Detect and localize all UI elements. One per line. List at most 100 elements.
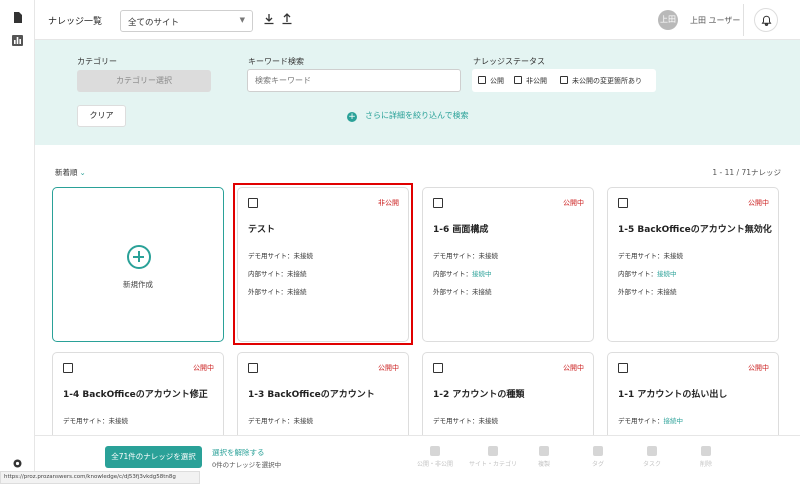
status-url: https://proz.prozanswers.com/knowledge/c… <box>0 471 200 484</box>
trash-icon <box>701 446 711 456</box>
demo-site-label: デモ用サイト： <box>248 252 294 260</box>
keyword-input[interactable] <box>247 69 461 92</box>
upload-icon[interactable] <box>281 13 293 25</box>
chart-icon[interactable] <box>12 35 23 46</box>
demo-site-status: デモ用サイト：未接続 <box>618 250 683 260</box>
site-select-value: 全てのサイト <box>128 18 180 28</box>
demo-site-label: デモ用サイト： <box>618 417 664 425</box>
advanced-search-label: さらに詳細を絞り込んで検索 <box>365 111 469 120</box>
clear-button[interactable]: クリア <box>77 105 126 127</box>
demo-site-value: 未接続 <box>478 417 499 425</box>
plus-circle-icon: + <box>347 112 357 122</box>
checkbox-icon <box>514 76 522 84</box>
card-checkbox[interactable] <box>618 198 628 208</box>
internal-site-status: 内部サイト：未接続 <box>248 268 307 278</box>
plus-icon <box>127 245 151 269</box>
status-badge: 公開中 <box>378 364 399 372</box>
status-unpublished-checkbox[interactable]: 未公開の変更箇所あり <box>560 76 642 86</box>
demo-site-value: 未接続 <box>293 252 314 260</box>
document-icon[interactable] <box>12 12 23 23</box>
category-label: カテゴリー <box>77 57 117 66</box>
advanced-search-link[interactable]: + さらに詳細を絞り込んで検索 <box>347 110 469 122</box>
external-site-value: 未接続 <box>472 288 492 296</box>
external-site-label: 外部サイト： <box>618 288 657 296</box>
internal-site-value: 接続中 <box>472 270 492 278</box>
demo-site-label: デモ用サイト： <box>248 417 294 425</box>
demo-site-value: 未接続 <box>293 417 314 425</box>
internal-site-value: 接続中 <box>657 270 677 278</box>
knowledge-card[interactable]: 公開中 1-6 画面構成 デモ用サイト：未接続 内部サイト：接続中 外部サイト：… <box>422 187 594 342</box>
bell-icon <box>761 15 772 26</box>
knowledge-card[interactable]: 公開中 1-5 BackOfficeのアカウント無効化 デモ用サイト：未接続 内… <box>607 187 779 342</box>
card-checkbox[interactable] <box>433 363 443 373</box>
internal-site-value: 未接続 <box>287 270 307 278</box>
card-title: 1-6 画面構成 <box>433 225 489 235</box>
knowledge-card[interactable]: 公開中 1-2 アカウントの種類 デモ用サイト：未接続 <box>422 352 594 442</box>
external-site-status: 外部サイト：未接続 <box>433 286 492 296</box>
status-public-checkbox[interactable]: 公開 <box>478 76 504 86</box>
external-site-status: 外部サイト：未接続 <box>618 286 677 296</box>
card-title: 1-5 BackOfficeのアカウント無効化 <box>618 225 772 235</box>
demo-site-status: デモ用サイト：未接続 <box>433 250 498 260</box>
status-badge: 公開中 <box>193 364 214 372</box>
publish-action-label: 公開・非公開 <box>416 461 453 468</box>
demo-site-label: デモ用サイト： <box>433 417 479 425</box>
notification-button[interactable] <box>754 8 778 32</box>
status-badge: 公開中 <box>748 199 769 207</box>
sort-dropdown[interactable]: 新着順 ⌄ <box>55 167 86 178</box>
filter-panel: カテゴリー キーワード検索 ナレッジステータス カテゴリー選択 公開 非公開 未… <box>35 40 800 145</box>
demo-site-status: デモ用サイト：未接続 <box>248 250 313 260</box>
status-filter-group: 公開 非公開 未公開の変更箇所あり <box>472 69 656 92</box>
external-site-value: 未接続 <box>287 288 307 296</box>
status-unpublished-label: 未公開の変更箇所あり <box>572 77 642 85</box>
delete-action[interactable]: 削除 <box>676 446 736 468</box>
gear-icon[interactable] <box>12 458 23 469</box>
divider <box>743 4 744 36</box>
demo-site-value: 未接続 <box>108 417 129 425</box>
card-checkbox[interactable] <box>248 363 258 373</box>
card-title: 1-4 BackOfficeのアカウント修正 <box>63 390 208 400</box>
card-title: テスト <box>248 225 276 235</box>
internal-site-label: 内部サイト： <box>433 270 472 278</box>
knowledge-list: 新着順 ⌄ 1 - 11 / 71ナレッジ 新規作成 非公開 テスト デモ用サイト… <box>35 145 800 442</box>
external-site-status: 外部サイト：未接続 <box>248 286 307 296</box>
status-private-checkbox[interactable]: 非公開 <box>514 76 547 86</box>
side-rail <box>0 0 35 484</box>
internal-site-label: 内部サイト： <box>248 270 287 278</box>
deselect-link[interactable]: 選択を解除する <box>212 447 265 458</box>
avatar[interactable]: 上田 <box>658 10 678 30</box>
internal-site-status: 内部サイト：接続中 <box>433 268 492 278</box>
knowledge-card[interactable]: 公開中 1-3 BackOfficeのアカウント デモ用サイト：未接続 <box>237 352 409 442</box>
card-checkbox[interactable] <box>63 363 73 373</box>
card-title: 1-1 アカウントの払い出し <box>618 390 728 400</box>
delete-action-label: 削除 <box>699 461 712 468</box>
demo-site-status: デモ用サイト：未接続 <box>433 415 498 425</box>
card-checkbox[interactable] <box>618 363 628 373</box>
select-all-button[interactable]: 全71件のナレッジを選択 <box>105 446 202 468</box>
category-select-button[interactable]: カテゴリー選択 <box>77 70 211 92</box>
knowledge-card[interactable]: 非公開 テスト デモ用サイト：未接続 内部サイト：未接続 外部サイト：未接続 <box>237 187 409 342</box>
download-icon[interactable] <box>263 13 275 25</box>
site-category-action-label: サイト・カテゴリ <box>468 461 517 468</box>
status-label: ナレッジステータス <box>473 57 545 66</box>
knowledge-card[interactable]: 公開中 1-1 アカウントの払い出し デモ用サイト：接続中 <box>607 352 779 442</box>
globe-icon <box>430 446 440 456</box>
task-action[interactable]: タスク <box>622 446 682 468</box>
publish-action[interactable]: 公開・非公開 <box>405 446 465 468</box>
card-checkbox[interactable] <box>433 198 443 208</box>
user-name[interactable]: 上田 ユーザー <box>690 15 740 26</box>
site-select[interactable]: 全てのサイト ▼ <box>120 10 253 32</box>
status-public-label: 公開 <box>490 77 504 85</box>
demo-site-label: デモ用サイト： <box>63 417 109 425</box>
copy-icon <box>539 446 549 456</box>
external-site-label: 外部サイト： <box>248 288 287 296</box>
tag-action[interactable]: タグ <box>568 446 628 468</box>
card-checkbox[interactable] <box>248 198 258 208</box>
duplicate-action[interactable]: 複製 <box>514 446 574 468</box>
external-site-label: 外部サイト： <box>433 288 472 296</box>
knowledge-card[interactable]: 公開中 1-4 BackOfficeのアカウント修正 デモ用サイト：未接続 <box>52 352 224 442</box>
sitemap-icon <box>488 446 498 456</box>
internal-site-status: 内部サイト：接続中 <box>618 268 677 278</box>
new-knowledge-card[interactable]: 新規作成 <box>52 187 224 342</box>
external-site-value: 未接続 <box>657 288 677 296</box>
